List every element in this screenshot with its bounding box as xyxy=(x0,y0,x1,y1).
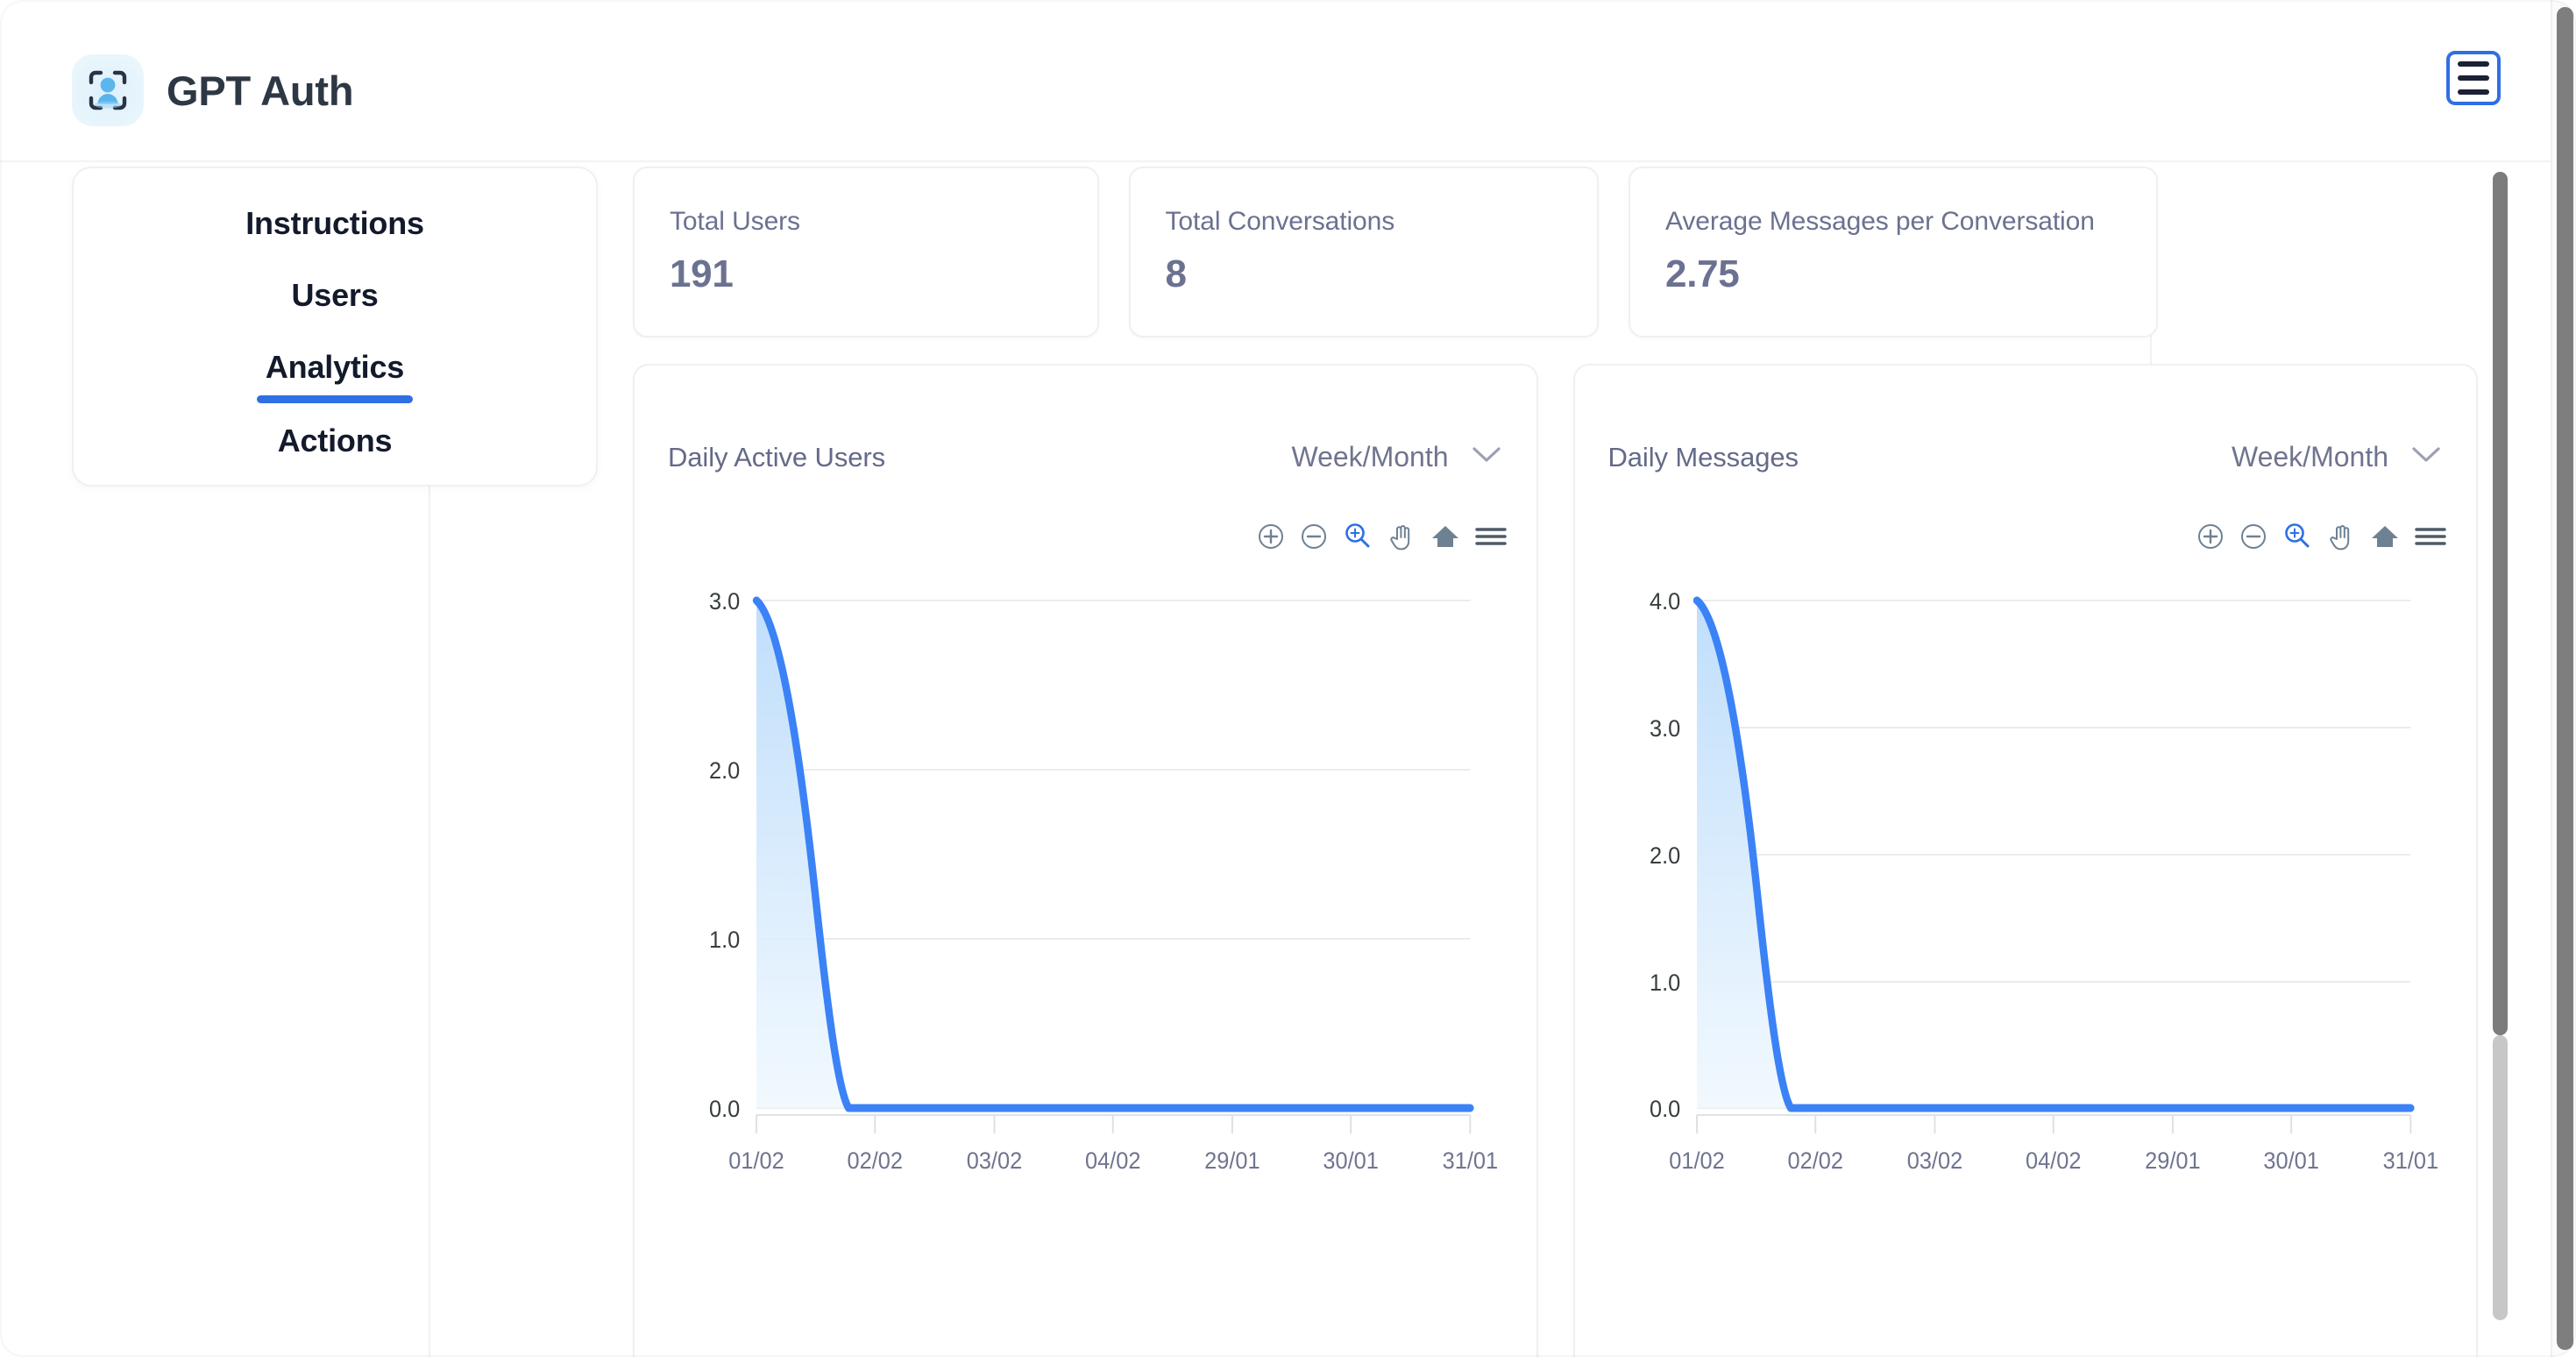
range-dropdown[interactable]: Week/Month xyxy=(1286,437,1506,477)
svg-text:03/02: 03/02 xyxy=(967,1147,1022,1174)
zoom-out-icon[interactable] xyxy=(2239,522,2267,551)
nav-item-label: Instructions xyxy=(245,205,424,241)
nav-item-analytics[interactable]: Analytics xyxy=(256,344,414,403)
zoom-in-icon[interactable] xyxy=(1257,522,1285,551)
area-fill xyxy=(756,600,1471,1108)
nav-item-label: Users xyxy=(291,277,379,313)
svg-text:01/02: 01/02 xyxy=(1669,1147,1724,1174)
stat-card-average-messages: Average Messages per Conversation 2.75 xyxy=(1629,167,2158,337)
charts-row: Daily Active Users Week/Month 3.0 2.0 1.… xyxy=(633,364,2478,1357)
stats-row: Total Users 191 Total Conversations 8 Av… xyxy=(633,167,2158,337)
x-axis xyxy=(756,1114,1472,1133)
svg-text:2.0: 2.0 xyxy=(709,757,740,784)
svg-text:3.0: 3.0 xyxy=(1649,714,1679,742)
svg-text:0.0: 0.0 xyxy=(709,1095,740,1122)
chart-plot-daily-messages[interactable]: 4.0 3.0 2.0 1.0 0.0 01/02 02/02 03/02 04… xyxy=(1575,565,2477,1337)
svg-text:1.0: 1.0 xyxy=(1649,969,1679,996)
chevron-down-icon xyxy=(1472,446,1501,468)
stat-label: Total Conversations xyxy=(1165,207,1395,236)
chart-header: Daily Active Users Week/Month xyxy=(668,437,1507,477)
chart-title: Daily Active Users xyxy=(668,441,885,472)
stat-value: 2.75 xyxy=(1665,252,1740,295)
nav-item-instructions[interactable]: Instructions xyxy=(237,200,433,247)
svg-text:29/01: 29/01 xyxy=(1204,1147,1260,1174)
selection-zoom-icon[interactable] xyxy=(1343,522,1373,551)
svg-text:31/01: 31/01 xyxy=(2382,1147,2438,1174)
chart-plot-daily-active-users[interactable]: 3.0 2.0 1.0 0.0 01/02 02/02 03/02 04/02 … xyxy=(635,565,1536,1337)
zoom-in-icon[interactable] xyxy=(2196,522,2225,551)
gridlines xyxy=(756,600,1471,1109)
app-logo xyxy=(72,54,144,126)
nav-item-actions[interactable]: Actions xyxy=(269,417,401,465)
series-line xyxy=(752,596,1474,1112)
nav-item-label: Analytics xyxy=(265,349,405,385)
pan-icon[interactable] xyxy=(2327,522,2355,551)
range-dropdown-label: Week/Month xyxy=(1291,441,1449,472)
stat-card-total-conversations: Total Conversations 8 xyxy=(1128,167,1600,337)
selection-zoom-icon[interactable] xyxy=(2282,522,2312,551)
app-header: GPT Auth xyxy=(0,0,2576,162)
nav-item-users[interactable]: Users xyxy=(282,272,387,319)
gridlines xyxy=(1696,600,2410,1109)
stat-label: Average Messages per Conversation xyxy=(1665,207,2095,236)
chart-card-daily-active-users: Daily Active Users Week/Month 3.0 2.0 1.… xyxy=(633,364,1538,1357)
svg-text:02/02: 02/02 xyxy=(848,1147,903,1174)
svg-text:01/02: 01/02 xyxy=(728,1147,784,1174)
svg-text:31/01: 31/01 xyxy=(1443,1147,1498,1174)
svg-text:03/02: 03/02 xyxy=(1906,1147,1962,1174)
brand: GPT Auth xyxy=(72,54,354,126)
app-window: GPT Auth Instructions Users Analytics Ac… xyxy=(0,0,2576,1357)
svg-text:2.0: 2.0 xyxy=(1649,842,1679,869)
svg-text:04/02: 04/02 xyxy=(2025,1147,2080,1174)
menu-bar-2 xyxy=(2458,75,2489,81)
area-chart-svg: 4.0 3.0 2.0 1.0 0.0 01/02 02/02 03/02 04… xyxy=(1649,587,2438,1174)
menu-bar-1 xyxy=(2458,61,2489,67)
stat-label: Total Users xyxy=(670,207,800,236)
menu-icon[interactable] xyxy=(1474,524,1507,549)
svg-text:30/01: 30/01 xyxy=(1323,1147,1378,1174)
active-tab-underline xyxy=(256,395,414,403)
menu-bar-3 xyxy=(2458,89,2489,95)
reset-home-icon[interactable] xyxy=(1430,522,1460,551)
nav-item-label: Actions xyxy=(277,423,393,458)
hamburger-menu-icon[interactable] xyxy=(2446,51,2501,105)
range-dropdown-label: Week/Month xyxy=(2231,441,2388,472)
chart-title: Daily Messages xyxy=(1607,441,1799,472)
svg-text:1.0: 1.0 xyxy=(709,926,740,953)
x-axis-labels: 01/02 02/02 03/02 04/02 29/01 30/01 31/0… xyxy=(1669,1147,2438,1174)
x-axis-labels: 01/02 02/02 03/02 04/02 29/01 30/01 31/0… xyxy=(728,1147,1498,1174)
reset-home-icon[interactable] xyxy=(2370,522,2400,551)
svg-text:0.0: 0.0 xyxy=(1649,1095,1679,1122)
svg-text:30/01: 30/01 xyxy=(2263,1147,2318,1174)
stat-value: 191 xyxy=(670,252,734,295)
page-scrollbar[interactable] xyxy=(2551,0,2576,1357)
chart-toolbar xyxy=(1257,522,1507,551)
chart-card-daily-messages: Daily Messages Week/Month 4.0 3.0 2.0 1.… xyxy=(1572,364,2478,1357)
y-axis-labels: 4.0 3.0 2.0 1.0 0.0 xyxy=(1649,587,1679,1122)
area-chart-svg: 3.0 2.0 1.0 0.0 01/02 02/02 03/02 04/02 … xyxy=(709,587,1498,1174)
inner-scrollbar-track-rest xyxy=(2493,1035,2508,1320)
app-title: GPT Auth xyxy=(167,67,354,114)
nav-menu: Instructions Users Analytics Actions xyxy=(72,167,598,487)
range-dropdown[interactable]: Week/Month xyxy=(2226,437,2446,477)
svg-text:3.0: 3.0 xyxy=(709,587,740,615)
stat-value: 8 xyxy=(1165,252,1187,295)
zoom-out-icon[interactable] xyxy=(1300,522,1328,551)
chevron-down-icon xyxy=(2411,446,2441,468)
svg-text:04/02: 04/02 xyxy=(1085,1147,1140,1174)
menu-icon[interactable] xyxy=(2415,524,2446,549)
x-axis xyxy=(1695,1114,2411,1133)
page-scrollbar-thumb[interactable] xyxy=(2557,7,2573,1350)
chart-toolbar xyxy=(2196,522,2446,551)
inner-scrollbar[interactable] xyxy=(2493,172,2508,1320)
inner-scrollbar-thumb[interactable] xyxy=(2493,172,2508,1035)
stat-card-total-users: Total Users 191 xyxy=(633,167,1099,337)
svg-text:29/01: 29/01 xyxy=(2145,1147,2200,1174)
svg-text:02/02: 02/02 xyxy=(1787,1147,1842,1174)
svg-text:4.0: 4.0 xyxy=(1649,587,1679,615)
pan-icon[interactable] xyxy=(1387,522,1416,551)
y-axis-labels: 3.0 2.0 1.0 0.0 xyxy=(709,587,740,1122)
chart-header: Daily Messages Week/Month xyxy=(1608,437,2447,477)
